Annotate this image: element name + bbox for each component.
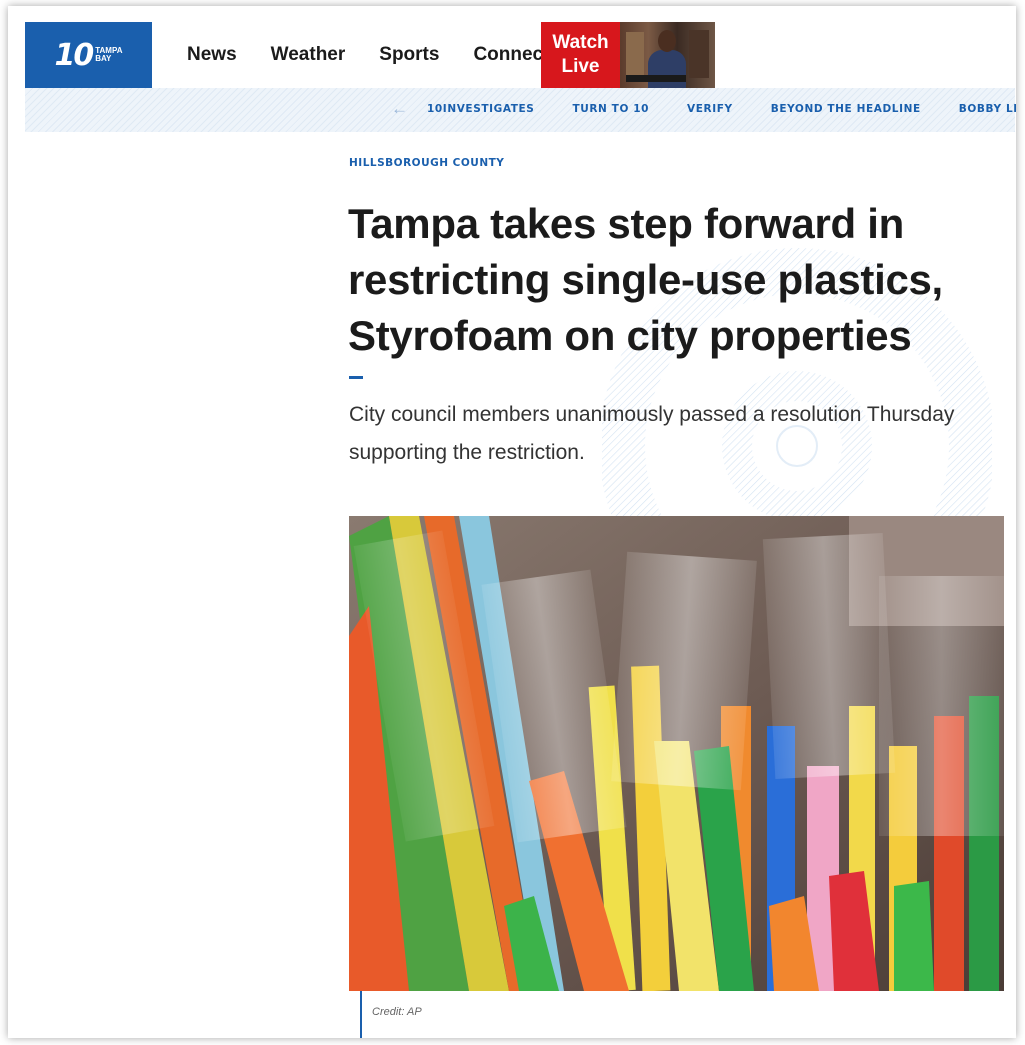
nav-weather[interactable]: Weather [271,44,346,66]
site-header: 10 TAMPA BAY News Weather Sports Connect… [25,22,1015,88]
thumbnail-bookshelf [689,30,709,78]
caption-accent [360,991,362,1038]
headline-divider [349,376,363,379]
main-nav: News Weather Sports Connect [187,44,549,66]
logo-text: TAMPA BAY [95,47,122,63]
plastic-straws-photo [349,516,1004,991]
article-headline: Tampa takes step forward in restricting … [348,200,943,359]
subnav-item-verify[interactable]: VERIFY [687,103,733,115]
watch-live-button[interactable]: Watch Live [541,22,620,88]
nav-news[interactable]: News [187,44,237,66]
subnav-item-10investigates[interactable]: 10INVESTIGATES [427,103,534,115]
watch-live-line1: Watch [552,32,609,53]
watch-live-promo[interactable]: Watch Live [541,22,715,88]
image-credit: Credit: AP [372,1006,422,1018]
nav-connect[interactable]: Connect [473,44,549,66]
thumbnail-anchor-head [658,30,676,52]
image-caption-truncated [372,1028,982,1038]
logo-line2: BAY [95,54,112,63]
section-subnav: ← 10INVESTIGATES TURN TO 10 VERIFY BEYON… [25,88,1016,132]
thumbnail-bookshelf [626,32,644,78]
arrow-left-icon[interactable]: ← [391,99,408,119]
live-video-thumbnail[interactable] [620,22,715,88]
subnav-item-bobby-lewis[interactable]: BOBBY LEWIS C [959,103,1016,115]
article-hero-image[interactable] [349,516,1004,991]
article-kicker[interactable]: HILLSBOROUGH COUNTY [349,157,504,169]
subnav-list: 10INVESTIGATES TURN TO 10 VERIFY BEYOND … [427,103,1016,115]
browser-page: 10 TAMPA BAY News Weather Sports Connect… [8,6,1016,1038]
subnav-item-beyond-the-headline[interactable]: BEYOND THE HEADLINE [771,103,921,115]
site-logo[interactable]: 10 TAMPA BAY [25,22,152,88]
subnav-item-turn-to-10[interactable]: TURN TO 10 [572,103,649,115]
watch-live-line2: Live [561,56,600,77]
logo-number: 10 [54,37,94,73]
thumbnail-lower-third [626,75,686,82]
article-dek: City council members unanimously passed … [349,403,955,464]
thumbnail-anchor-body [648,50,686,88]
nav-sports[interactable]: Sports [379,44,439,66]
